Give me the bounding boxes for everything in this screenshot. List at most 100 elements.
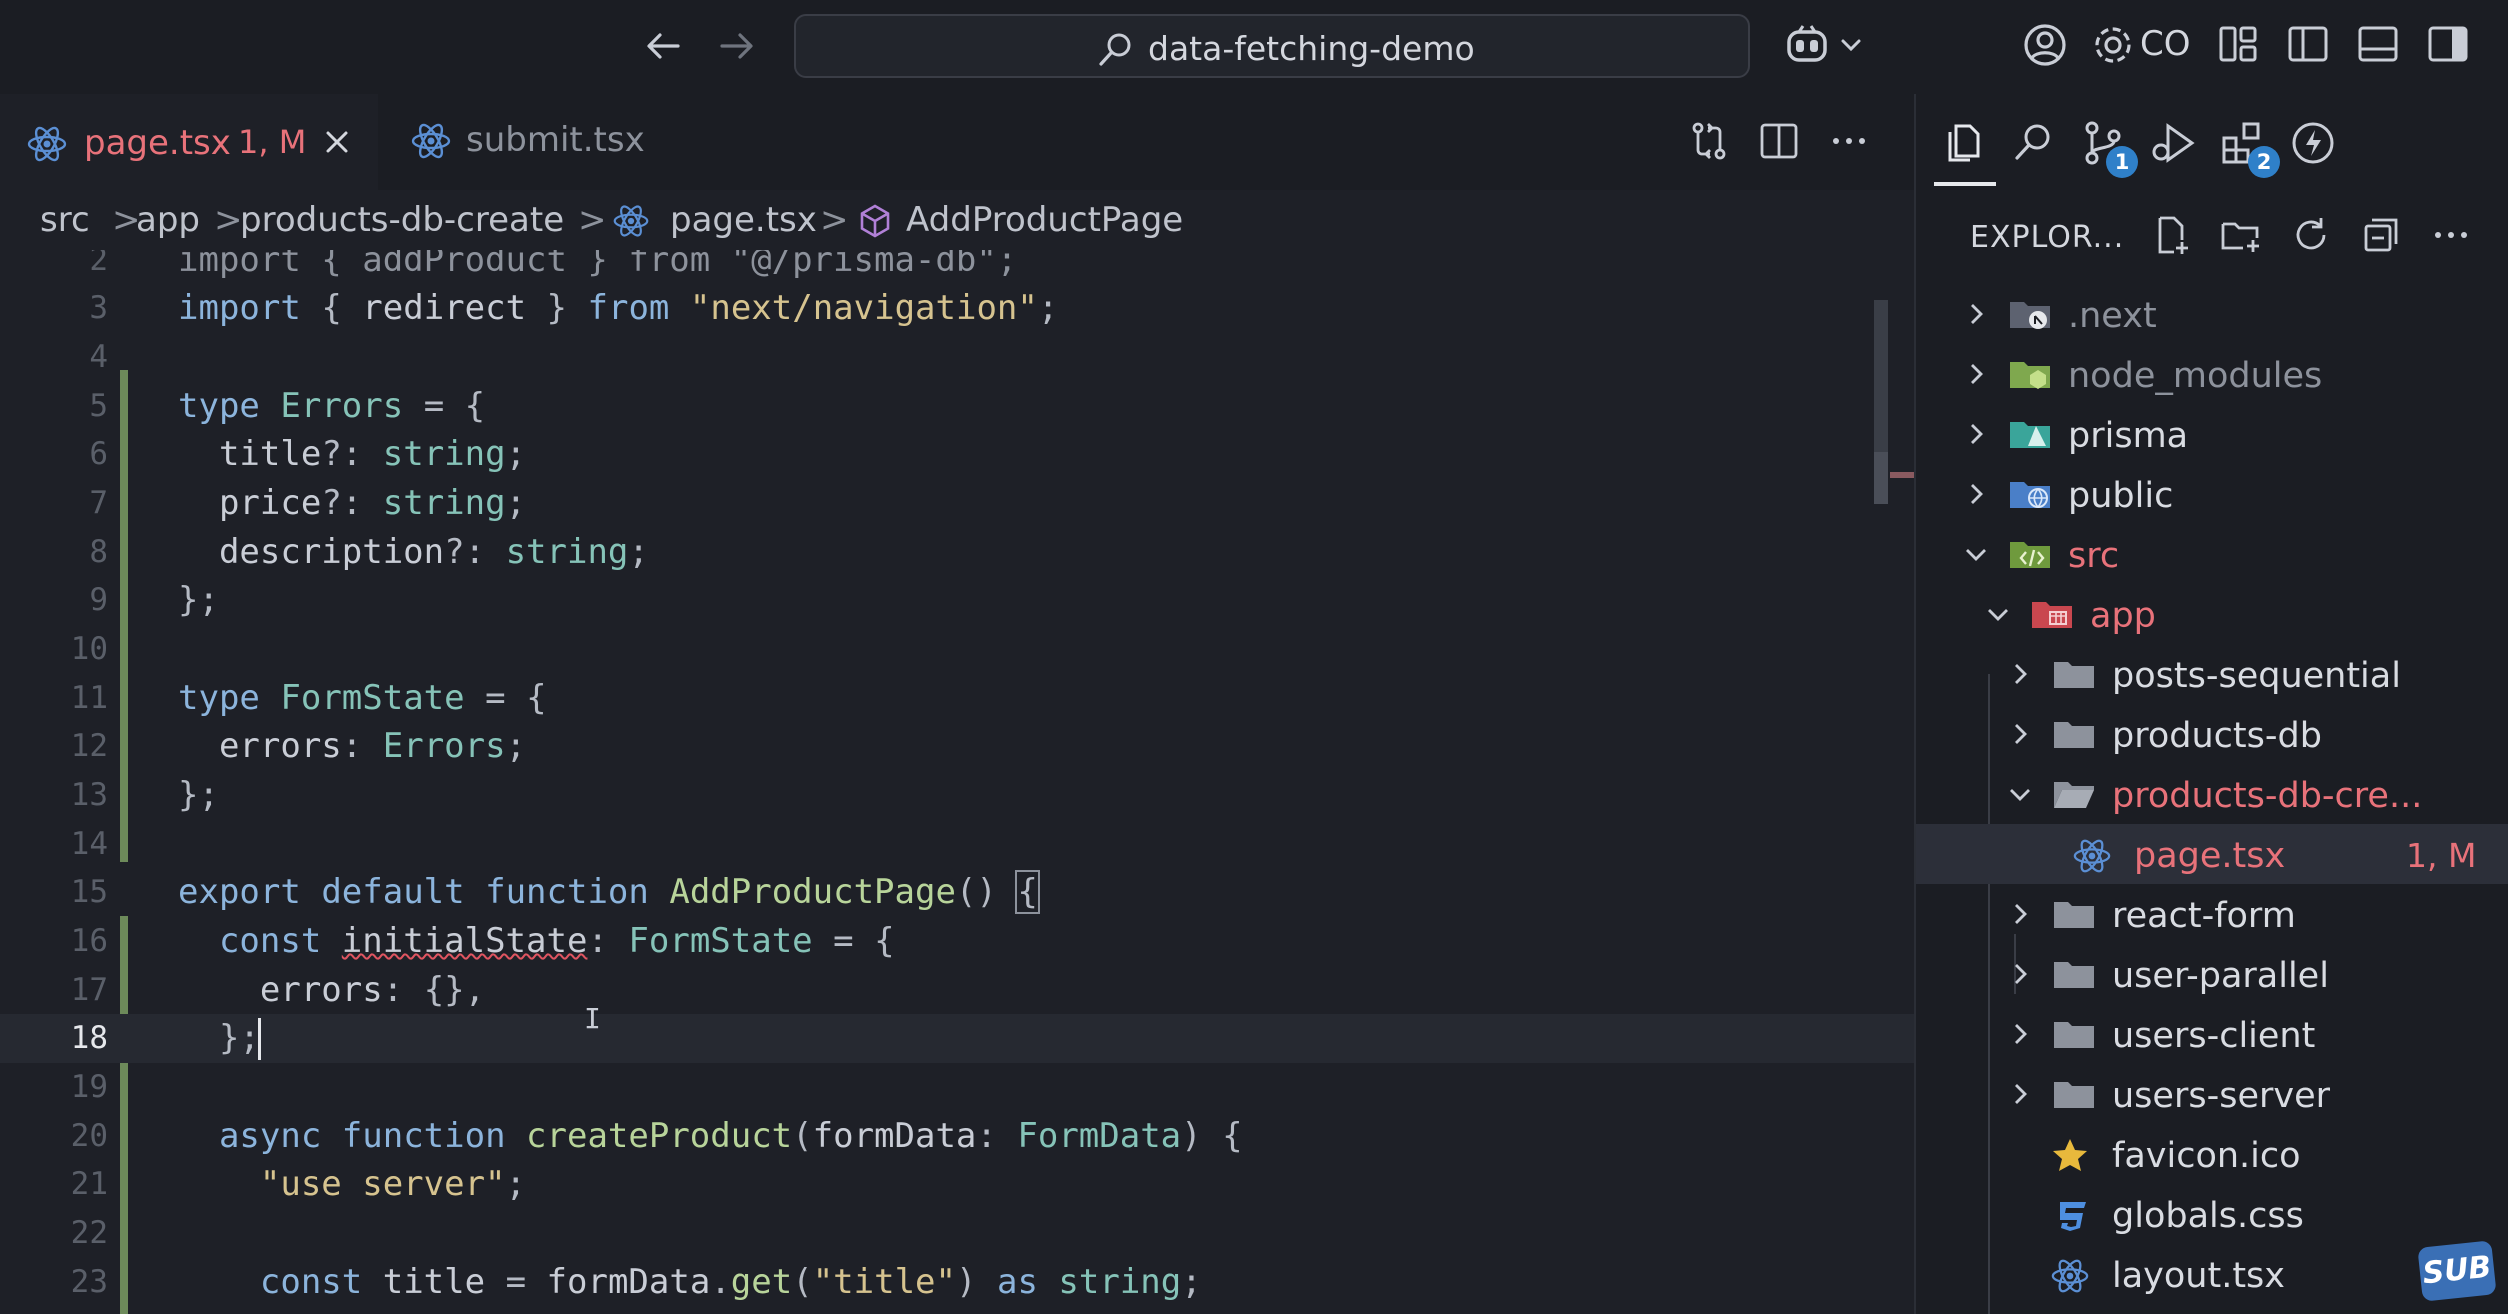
tree-item-src[interactable]: src [1916, 524, 2508, 584]
split-editor-icon[interactable] [1756, 118, 1802, 164]
search-text: data-fetching-demo [1148, 29, 1475, 68]
code-line: 13 }; [0, 771, 1914, 820]
code-text: const initialState: FormState = { [218, 921, 895, 961]
tree-item-label: users-client [2112, 1016, 2316, 1056]
code-line: 2 import { addProduct } from "@/prisma-d… [0, 250, 1914, 285]
tree-item-label: public [2068, 476, 2174, 516]
new-folder-icon[interactable] [2218, 212, 2264, 258]
tree-item-node-modules[interactable]: node_modules [1916, 344, 2508, 404]
react-icon [2073, 839, 2111, 873]
tree-item-label: posts-sequential [2112, 656, 2401, 696]
explorer-icon[interactable] [1938, 118, 1988, 168]
code-text: import { redirect } from "next/navigatio… [178, 288, 1059, 328]
toggle-secondary-sidebar-icon[interactable] [2424, 20, 2472, 68]
tree-item-app[interactable]: app [1916, 584, 2508, 644]
tree-item-favicon[interactable]: favicon.ico [1916, 1124, 2508, 1184]
active-view-indicator [1934, 182, 1996, 186]
tree-item-page-tsx[interactable]: page.tsx 1, M [1916, 824, 2508, 884]
tab-page-tsx[interactable]: page.tsx 1, M [0, 94, 378, 190]
code-line: 5 type Errors = { [0, 382, 1914, 431]
refresh-icon[interactable] [2288, 212, 2334, 258]
breadcrumb-item-file[interactable]: page.tsx [670, 200, 817, 240]
run-debug-icon[interactable] [2148, 118, 2198, 168]
back-arrow-icon[interactable] [640, 22, 688, 70]
tree-item-label: app [2090, 596, 2156, 636]
git-status: 1, M [2406, 836, 2477, 875]
close-icon[interactable] [320, 125, 354, 159]
code-line: 20 async function createProduct(formData… [0, 1112, 1914, 1161]
title-bar: data-fetching-demo CO [0, 0, 2508, 94]
line-number: 4 [89, 339, 108, 375]
search-icon[interactable] [2008, 118, 2058, 168]
code-line: 19 [0, 1063, 1914, 1112]
line-number: 9 [89, 582, 108, 618]
code-text: }; [178, 580, 219, 620]
customize-layout-icon[interactable] [2214, 20, 2262, 68]
account-initials: CO [2140, 24, 2191, 64]
editor-scrollbar-position[interactable] [1874, 452, 1888, 504]
tab-submit-tsx[interactable]: submit.tsx [380, 94, 670, 190]
line-number: 21 [70, 1166, 108, 1202]
tree-item-products-db-create[interactable]: products-db-cre... [1916, 764, 2508, 824]
tree-item-globals-css[interactable]: globals.css [1916, 1184, 2508, 1244]
tree-item-label: products-db [2112, 716, 2322, 756]
collapse-all-icon[interactable] [2358, 212, 2404, 258]
app-folder-open-icon [2032, 602, 2072, 628]
chevron-right-icon [2015, 1084, 2027, 1104]
star-icon [2053, 1139, 2087, 1171]
tree-item-public[interactable]: public [1916, 464, 2508, 524]
line-number: 19 [70, 1069, 108, 1105]
breadcrumb-separator: > [578, 200, 607, 240]
line-number: 10 [70, 631, 108, 667]
code-text: description?: string; [218, 532, 649, 572]
account-icon[interactable] [2020, 20, 2070, 70]
react-icon [2051, 1259, 2089, 1293]
tree-item-next[interactable]: .next [1916, 284, 2508, 344]
copilot-icon[interactable] [1784, 22, 1830, 68]
toggle-panel-icon[interactable] [2354, 20, 2402, 68]
folder-icon [2054, 902, 2094, 928]
forward-arrow-icon[interactable] [712, 22, 760, 70]
code-line: 15 export default function AddProductPag… [0, 868, 1914, 917]
tree-item-label: .next [2068, 296, 2157, 336]
more-actions-icon[interactable] [2428, 212, 2474, 258]
tree-item-posts-sequential[interactable]: posts-sequential [1916, 644, 2508, 704]
breadcrumb-item-folder[interactable]: products-db-create [240, 200, 564, 240]
code-editor[interactable]: 2 import { addProduct } from "@/prisma-d… [0, 250, 1914, 1314]
gear-icon[interactable] [2088, 20, 2138, 70]
code-text: errors: Errors; [218, 726, 527, 766]
tree-item-react-form[interactable]: react-form [1916, 884, 2508, 944]
breadcrumb-separator: > [214, 200, 243, 240]
chevron-right-icon [2015, 964, 2027, 984]
tree-item-user-parallel[interactable]: user-parallel [1916, 944, 2508, 1004]
tree-item-prisma[interactable]: prisma [1916, 404, 2508, 464]
chevron-down-icon[interactable] [1838, 32, 1864, 58]
chevron-right-icon [2015, 664, 2027, 684]
more-actions-icon[interactable] [1826, 118, 1872, 164]
tree-item-users-client[interactable]: users-client [1916, 1004, 2508, 1064]
folder-icon [2054, 1022, 2094, 1048]
breadcrumb-item-app[interactable]: app [136, 200, 200, 240]
chevron-right-icon [1971, 364, 1983, 384]
code-line-current: 18 }; [0, 1014, 1914, 1063]
code-line: 22 [0, 1209, 1914, 1258]
line-number: 15 [70, 874, 108, 910]
tree-item-products-db[interactable]: products-db [1916, 704, 2508, 764]
line-number: 8 [89, 534, 108, 570]
code-text: price?: string; [218, 483, 527, 523]
code-line: 21 "use server"; [0, 1160, 1914, 1209]
command-center-search[interactable]: data-fetching-demo [794, 14, 1750, 78]
lightning-icon[interactable] [2288, 118, 2338, 168]
folder-open-icon [2054, 782, 2094, 808]
new-file-icon[interactable] [2148, 212, 2194, 258]
explorer-sidebar: 1 2 EXPLOR... .next node_modules prisma … [1914, 94, 2508, 1314]
breadcrumb-separator: > [820, 200, 849, 240]
tree-item-users-server[interactable]: users-server [1916, 1064, 2508, 1124]
code-text: import { addProduct } from "@/prisma-db"… [178, 250, 1018, 280]
tree-item-label: react-form [2112, 896, 2296, 936]
toggle-primary-sidebar-icon[interactable] [2284, 20, 2332, 68]
breadcrumb-item-symbol[interactable]: AddProductPage [906, 200, 1183, 240]
breadcrumb-item-src[interactable]: src [40, 200, 90, 240]
compare-changes-icon[interactable] [1686, 118, 1732, 164]
code-line: 16 const initialState: FormState = { [0, 917, 1914, 966]
